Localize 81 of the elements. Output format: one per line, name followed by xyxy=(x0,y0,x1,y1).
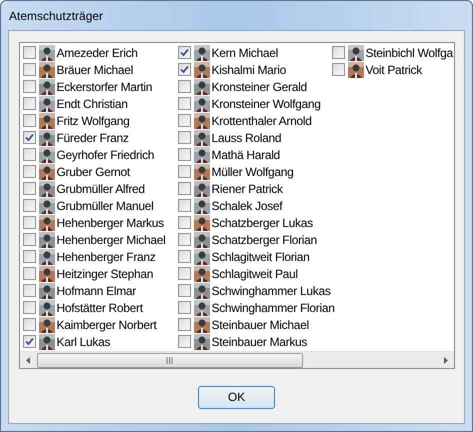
checkbox[interactable] xyxy=(22,284,36,297)
checkbox[interactable] xyxy=(22,80,36,93)
person-name: Geyrhofer Friedrich xyxy=(56,146,154,164)
checkbox[interactable] xyxy=(22,267,36,280)
person-name: Grubmüller Manuel xyxy=(56,198,154,214)
person-name: Fritz Wolfgang xyxy=(56,112,130,130)
checkbox[interactable] xyxy=(178,301,190,314)
checkbox[interactable] xyxy=(178,131,190,144)
person-name: Kishalmi Mario xyxy=(212,62,286,78)
checkbox[interactable] xyxy=(22,114,36,127)
checkbox-list[interactable] xyxy=(18,42,454,369)
person-name: Gruber Gernot xyxy=(56,164,130,180)
person-name: Müller Wolfgang xyxy=(212,164,294,180)
checkbox[interactable] xyxy=(22,301,36,314)
person-name: Hehenberger Markus xyxy=(56,214,164,232)
person-name: Schlagitweit Florian xyxy=(212,248,310,266)
window-title: Atemschutzträger xyxy=(9,8,104,24)
person-name: Steinbauer Michael xyxy=(212,316,309,334)
checkbox[interactable] xyxy=(332,46,344,59)
person-name: Kern Michael xyxy=(212,44,278,62)
checkbox[interactable] xyxy=(22,318,36,331)
person-name: Krottenthaler Arnold xyxy=(212,112,312,130)
checkbox[interactable] xyxy=(178,267,190,280)
person-name: Hofstätter Robert xyxy=(56,300,143,316)
checkbox[interactable] xyxy=(178,199,190,212)
person-name: Karl Lukas xyxy=(56,334,110,350)
person-name: Schalek Josef xyxy=(212,198,282,214)
horizontal-scrollbar[interactable] xyxy=(20,351,454,368)
checkbox[interactable] xyxy=(22,335,36,348)
checkbox[interactable] xyxy=(22,199,36,212)
person-name: Bräuer Michael xyxy=(56,62,134,78)
person-name: Schwinghammer Florian xyxy=(212,300,335,316)
person-name: Füreder Franz xyxy=(56,130,129,146)
checkbox[interactable] xyxy=(22,182,36,195)
person-name: Kronsteiner Wolfgang xyxy=(212,96,321,112)
person-name: Voit Patrick xyxy=(366,62,422,78)
checkbox[interactable] xyxy=(22,233,36,246)
checkbox[interactable] xyxy=(178,182,190,195)
checkbox[interactable] xyxy=(178,114,190,127)
checkbox[interactable] xyxy=(178,97,190,110)
checkbox[interactable] xyxy=(178,165,190,178)
ok-button[interactable]: OK xyxy=(198,386,275,408)
checkbox[interactable] xyxy=(22,216,36,229)
scrollbar-thumb[interactable] xyxy=(36,352,302,368)
checkbox[interactable] xyxy=(178,63,190,76)
checkbox[interactable] xyxy=(22,46,36,59)
person-name: Eckerstorfer Martin xyxy=(56,78,152,96)
person-name: Hehenberger Michael xyxy=(56,232,166,248)
checkbox[interactable] xyxy=(22,131,36,144)
checkbox[interactable] xyxy=(178,148,190,161)
checkbox[interactable] xyxy=(22,97,36,110)
person-name: Kronsteiner Gerald xyxy=(212,78,307,96)
person-name: Mathä Harald xyxy=(212,146,280,164)
checkbox[interactable] xyxy=(178,335,190,348)
checkbox[interactable] xyxy=(178,284,190,297)
checkbox[interactable] xyxy=(178,233,190,246)
person-name: Endt Christian xyxy=(56,96,128,112)
person-name: Grubmüller Alfred xyxy=(56,180,145,198)
checkbox[interactable] xyxy=(178,216,190,229)
person-name: Steinbauer Markus xyxy=(212,334,308,350)
checkbox[interactable] xyxy=(22,250,36,263)
person-name: Amezeder Erich xyxy=(56,44,138,62)
checkbox[interactable] xyxy=(22,165,36,178)
person-name: Lauss Roland xyxy=(212,130,282,146)
checkbox[interactable] xyxy=(178,250,190,263)
checkbox[interactable] xyxy=(178,46,190,59)
person-name: Hofmann Elmar xyxy=(56,282,136,300)
person-name: Hehenberger Franz xyxy=(56,248,156,266)
person-name: Heitzinger Stephan xyxy=(56,266,154,282)
person-name: Riener Patrick xyxy=(212,180,283,198)
checkbox[interactable] xyxy=(22,148,36,161)
person-name: Kaimberger Norbert xyxy=(56,316,156,334)
checkbox[interactable] xyxy=(178,318,190,331)
checkbox[interactable] xyxy=(332,63,344,76)
checkbox[interactable] xyxy=(178,80,190,93)
person-name: Steinbichl Wolfga xyxy=(366,44,453,62)
person-name: Schwinghammer Lukas xyxy=(212,282,331,300)
person-name: Schatzberger Florian xyxy=(212,232,317,248)
checkbox[interactable] xyxy=(22,63,36,76)
person-name: Schlagitweit Paul xyxy=(212,266,298,282)
person-name: Schatzberger Lukas xyxy=(212,214,313,232)
